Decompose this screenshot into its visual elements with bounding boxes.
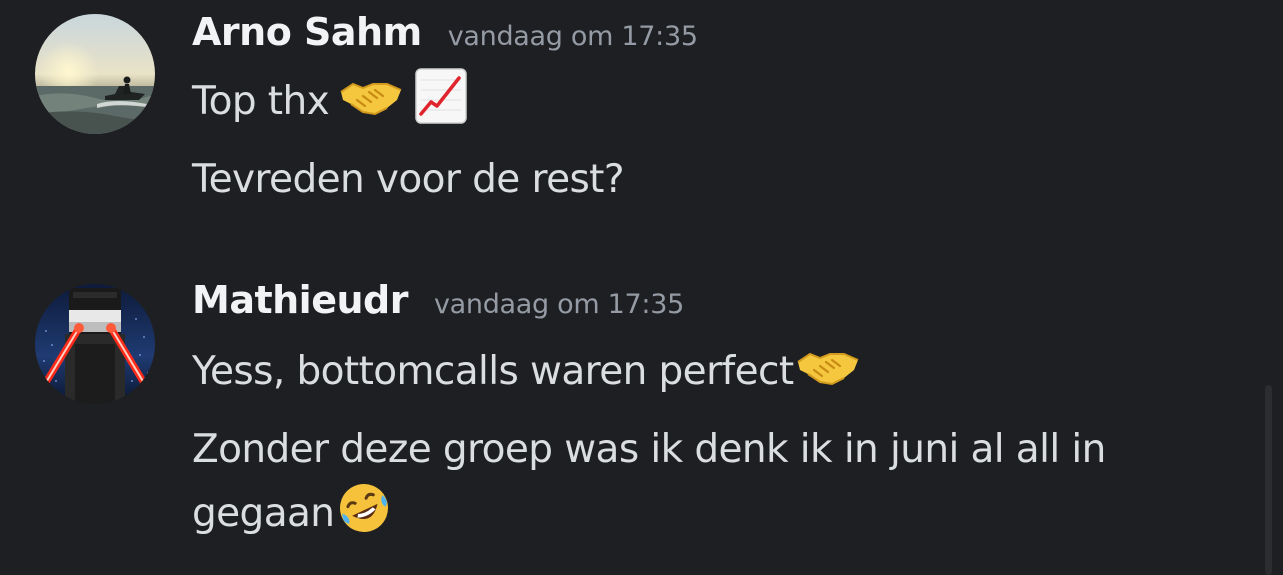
message-text: Zonder deze groep was ik denk ik in juni… [192, 426, 1106, 472]
username[interactable]: Arno Sahm [192, 10, 422, 54]
rolling-on-floor-laughing-emoji-icon [336, 480, 392, 546]
timestamp[interactable]: vandaag om 17:35 [434, 289, 684, 320]
message-text: Top thx [192, 78, 330, 124]
message-text: Tevreden voor de rest? [192, 156, 625, 202]
message-line: Top thx [192, 68, 467, 130]
message-line: gegaan [192, 484, 392, 542]
handshake-emoji-icon [339, 74, 403, 128]
message-header: Arno Sahm vandaag om 17:35 [192, 10, 698, 66]
username[interactable]: Mathieudr [192, 278, 408, 322]
chart-increasing-emoji-icon [415, 68, 467, 134]
avatar[interactable] [35, 284, 155, 404]
scrollbar[interactable] [1265, 385, 1272, 575]
avatar[interactable] [35, 14, 155, 134]
message-line: Yess, bottomcalls waren perfect [192, 342, 860, 400]
message-line: Zonder deze groep was ik denk ik in juni… [192, 420, 1106, 478]
message-text: gegaan [192, 490, 335, 536]
handshake-emoji-icon [796, 344, 860, 398]
message-group-mathieudr: Mathieudr vandaag om 17:35 Yess, bottomc… [0, 270, 1265, 570]
message-line: Tevreden voor de rest? [192, 150, 625, 208]
timestamp[interactable]: vandaag om 17:35 [448, 21, 698, 52]
jetski-sunset-avatar-icon [35, 14, 155, 134]
message-header: Mathieudr vandaag om 17:35 [192, 278, 684, 334]
laser-eyes-avatar-icon [35, 284, 155, 404]
message-group-arno: Arno Sahm vandaag om 17:35 Top thx Tevre… [0, 0, 1265, 240]
message-text: Yess, bottomcalls waren perfect [192, 348, 794, 394]
